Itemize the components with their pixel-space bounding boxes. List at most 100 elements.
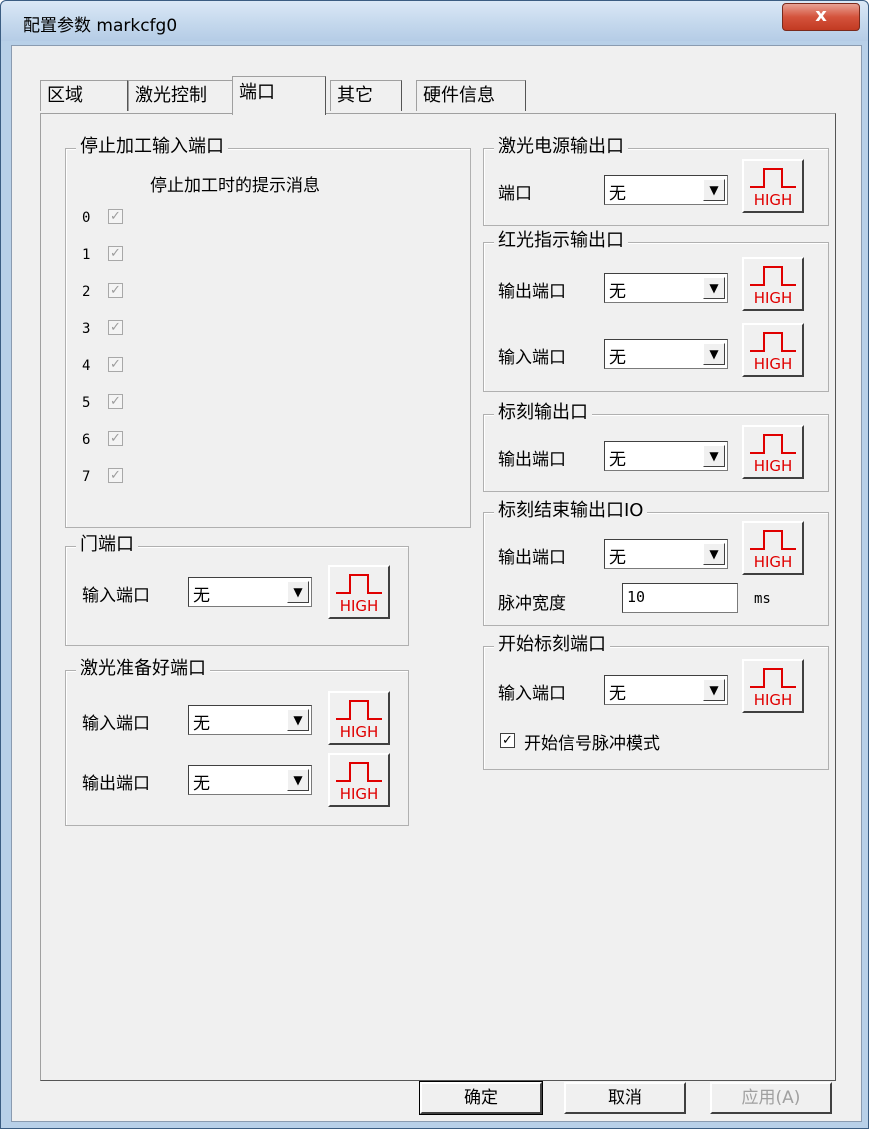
high-label: HIGH [754, 553, 793, 571]
port-number: 1 [82, 247, 91, 263]
high-level-icon: HIGH [750, 332, 796, 373]
mark-output-value: 无 [609, 450, 626, 470]
mark-output-label: 输出端口 [498, 450, 566, 470]
port-number: 7 [82, 469, 91, 485]
port-checkbox-7[interactable]: ✓ [108, 468, 123, 483]
pulse-width-input[interactable]: 10 [622, 583, 738, 613]
chevron-down-icon[interactable]: ▼ [287, 709, 309, 731]
red-light-input-select[interactable]: 无 ▼ [604, 339, 728, 369]
pulse-width-value: 10 [627, 588, 646, 606]
high-label: HIGH [340, 597, 379, 615]
dialog-window: 配置参数 markcfg0 x 区域 激光控制 端口 其它 硬件信息 停止加工输… [0, 0, 869, 1129]
laser-ready-output-level-button[interactable]: HIGH [328, 753, 390, 807]
laser-power-port-label: 端口 [498, 184, 532, 204]
tab-ports[interactable]: 端口 [232, 76, 326, 115]
laser-ready-input-level-button[interactable]: HIGH [328, 691, 390, 745]
red-light-group: 红光指示输出口 输出端口 无 ▼ HIGH 输入端口 无 ▼ HIGH [483, 230, 829, 392]
cancel-button[interactable]: 取消 [564, 1082, 686, 1114]
red-light-output-select[interactable]: 无 ▼ [604, 273, 728, 303]
tab-region[interactable]: 区域 [40, 80, 128, 111]
pulse-mode-label[interactable]: 开始信号脉冲模式 [524, 729, 660, 754]
chevron-down-icon[interactable]: ▼ [287, 581, 309, 603]
ok-button[interactable]: 确定 [419, 1081, 543, 1115]
port-number: 4 [82, 358, 91, 374]
door-input-select[interactable]: 无 ▼ [188, 577, 312, 607]
start-mark-input-label: 输入端口 [498, 684, 566, 704]
port-checkbox-0[interactable]: ✓ [108, 209, 123, 224]
start-mark-level-button[interactable]: HIGH [742, 659, 804, 713]
tab-laser-control[interactable]: 激光控制 [128, 80, 238, 111]
port-number: 5 [82, 395, 91, 411]
high-label: HIGH [754, 355, 793, 373]
tab-hardware-info[interactable]: 硬件信息 [416, 80, 526, 111]
client-area: 区域 激光控制 端口 其它 硬件信息 停止加工输入端口 停止加工时的提示消息 0… [11, 45, 862, 1122]
high-level-icon: HIGH [750, 668, 796, 709]
laser-power-port-value: 无 [609, 184, 626, 204]
door-port-group: 门端口 输入端口 无 ▼ HIGH [65, 534, 409, 646]
red-light-input-label: 输入端口 [498, 348, 566, 368]
chevron-down-icon[interactable]: ▼ [703, 179, 725, 201]
chevron-down-icon[interactable]: ▼ [287, 769, 309, 791]
high-level-icon: HIGH [750, 266, 796, 307]
mark-output-legend: 标刻输出口 [494, 402, 592, 424]
mark-end-output-label: 输出端口 [498, 548, 566, 568]
mark-end-output-select[interactable]: 无 ▼ [604, 539, 728, 569]
port-checkbox-6[interactable]: ✓ [108, 431, 123, 446]
stop-input-group: 停止加工输入端口 停止加工时的提示消息 0 ✓ 1 ✓ 2 ✓ 3 ✓ 4 ✓ … [65, 136, 471, 528]
chevron-down-icon[interactable]: ▼ [703, 343, 725, 365]
pulse-mode-checkbox[interactable]: ✓ [500, 733, 515, 748]
high-label: HIGH [754, 289, 793, 307]
mark-end-output-value: 无 [609, 548, 626, 568]
high-level-icon: HIGH [336, 762, 382, 803]
red-light-output-value: 无 [609, 282, 626, 302]
stop-input-subtitle: 停止加工时的提示消息 [150, 176, 320, 196]
chevron-down-icon[interactable]: ▼ [703, 543, 725, 565]
mark-output-select[interactable]: 无 ▼ [604, 441, 728, 471]
red-light-output-label: 输出端口 [498, 282, 566, 302]
high-label: HIGH [340, 785, 379, 803]
laser-ready-legend: 激光准备好端口 [76, 658, 210, 680]
laser-ready-output-value: 无 [193, 774, 210, 794]
close-button[interactable]: x [782, 3, 860, 31]
red-light-input-value: 无 [609, 348, 626, 368]
pulse-width-label: 脉冲宽度 [498, 594, 566, 614]
mark-end-level-button[interactable]: HIGH [742, 521, 804, 575]
laser-ready-input-select[interactable]: 无 ▼ [188, 705, 312, 735]
high-label: HIGH [754, 691, 793, 709]
port-checkbox-5[interactable]: ✓ [108, 394, 123, 409]
port-checkbox-4[interactable]: ✓ [108, 357, 123, 372]
chevron-down-icon[interactable]: ▼ [703, 679, 725, 701]
red-light-output-level-button[interactable]: HIGH [742, 257, 804, 311]
laser-ready-input-label: 输入端口 [82, 714, 150, 734]
red-light-legend: 红光指示输出口 [494, 230, 628, 252]
port-number: 2 [82, 284, 91, 300]
start-mark-legend: 开始标刻端口 [494, 634, 610, 656]
laser-power-port-select[interactable]: 无 ▼ [604, 175, 728, 205]
chevron-down-icon[interactable]: ▼ [703, 277, 725, 299]
ports-tab-panel: 停止加工输入端口 停止加工时的提示消息 0 ✓ 1 ✓ 2 ✓ 3 ✓ 4 ✓ … [40, 113, 836, 1081]
start-mark-input-select[interactable]: 无 ▼ [604, 675, 728, 705]
door-port-legend: 门端口 [76, 534, 138, 556]
tab-other[interactable]: 其它 [330, 80, 402, 111]
laser-ready-output-label: 输出端口 [82, 774, 150, 794]
high-level-icon: HIGH [750, 530, 796, 571]
port-checkbox-3[interactable]: ✓ [108, 320, 123, 335]
stop-input-legend: 停止加工输入端口 [76, 136, 228, 158]
chevron-down-icon[interactable]: ▼ [703, 445, 725, 467]
start-mark-group: 开始标刻端口 输入端口 无 ▼ HIGH ✓ 开始信号脉冲模式 [483, 634, 829, 770]
port-number: 0 [82, 210, 91, 226]
high-level-icon: HIGH [336, 574, 382, 615]
door-input-level-button[interactable]: HIGH [328, 565, 390, 619]
door-input-value: 无 [193, 586, 210, 606]
apply-button[interactable]: 应用(A) [710, 1082, 832, 1114]
high-label: HIGH [754, 191, 793, 209]
red-light-input-level-button[interactable]: HIGH [742, 323, 804, 377]
title-bar[interactable]: 配置参数 markcfg0 x [1, 1, 868, 41]
port-checkbox-1[interactable]: ✓ [108, 246, 123, 261]
port-checkbox-2[interactable]: ✓ [108, 283, 123, 298]
laser-ready-group: 激光准备好端口 输入端口 无 ▼ HIGH 输出端口 无 ▼ HIGH [65, 658, 409, 826]
laser-power-level-button[interactable]: HIGH [742, 159, 804, 213]
laser-ready-output-select[interactable]: 无 ▼ [188, 765, 312, 795]
start-mark-input-value: 无 [609, 684, 626, 704]
mark-output-level-button[interactable]: HIGH [742, 425, 804, 479]
